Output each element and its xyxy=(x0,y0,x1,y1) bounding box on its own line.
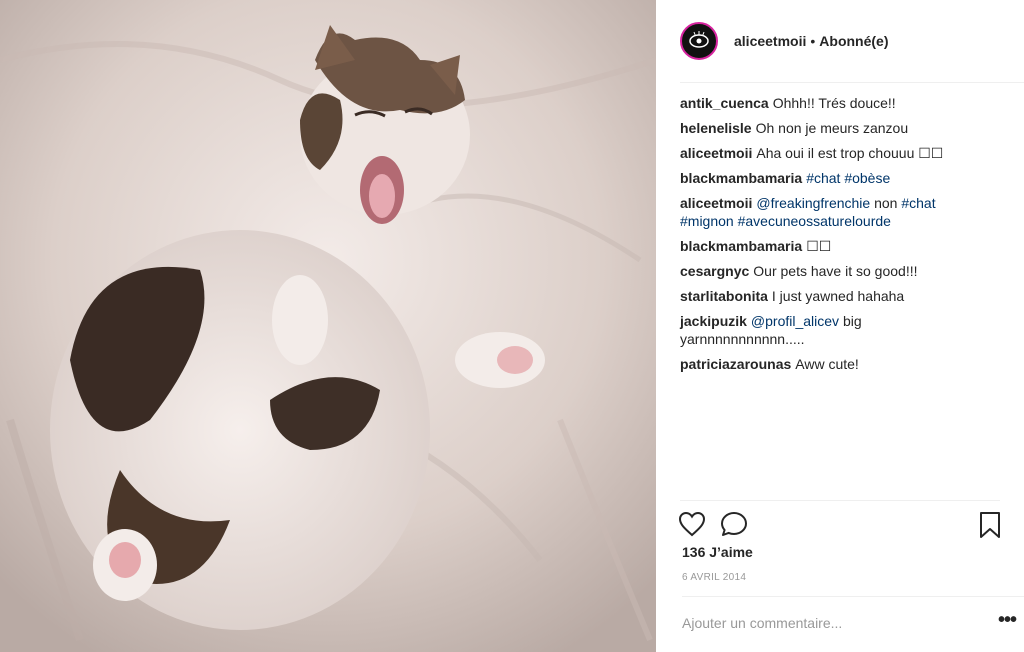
add-comment-input[interactable]: Ajouter un commentaire... xyxy=(682,615,842,631)
comment: patriciazarounas Aww cute! xyxy=(680,355,980,373)
hashtag-link[interactable]: #avecuneossaturelourde xyxy=(738,213,891,229)
comment: aliceetmoii @freakingfrenchie non #chat #… xyxy=(680,194,980,230)
comment-icon[interactable] xyxy=(720,511,748,542)
header-username[interactable]: aliceetmoii xyxy=(734,33,806,49)
comment-username[interactable]: cesargnyc xyxy=(680,263,749,279)
comment-text: I just yawned hahaha xyxy=(771,288,905,304)
comment-text: Aha oui il est trop chouuu ☐☐ xyxy=(756,145,944,161)
heart-icon[interactable] xyxy=(678,511,706,542)
comment-username[interactable]: helenelisle xyxy=(680,120,752,136)
post-header: aliceetmoii • Abonné(e) xyxy=(680,0,1024,83)
comment: cesargnyc Our pets have it so good!!! xyxy=(680,262,980,280)
follow-status-button[interactable]: Abonné(e) xyxy=(819,33,888,49)
comment-text: ☐☐ xyxy=(806,238,832,254)
action-bar xyxy=(678,500,1002,544)
comment: helenelisle Oh non je meurs zanzou xyxy=(680,119,980,137)
comment: starlitabonita I just yawned hahaha xyxy=(680,287,980,305)
avatar[interactable] xyxy=(680,22,718,60)
post-photo[interactable] xyxy=(0,0,656,652)
add-comment-bar: Ajouter un commentaire... ••• xyxy=(682,596,1024,652)
comment-username[interactable]: aliceetmoii xyxy=(680,195,752,211)
header-separator: • xyxy=(810,33,816,49)
more-options-icon[interactable]: ••• xyxy=(998,609,1017,632)
comment: jackipuzik @profil_alicev big yarnnnnnnnn… xyxy=(680,312,980,348)
comment-username[interactable]: patriciazarounas xyxy=(680,356,791,372)
comment-username[interactable]: antik_cuenca xyxy=(680,95,769,111)
comment-text: Ohhh!! Trés douce!! xyxy=(772,95,896,111)
hashtag-link[interactable]: #obèse xyxy=(844,170,890,186)
comment-text: Aww cute! xyxy=(795,356,859,372)
comment-username[interactable]: starlitabonita xyxy=(680,288,768,304)
avatar-logo-icon xyxy=(689,31,709,48)
comment: aliceetmoii Aha oui il est trop chouuu ☐☐ xyxy=(680,144,980,162)
bookmark-icon[interactable] xyxy=(978,511,1002,544)
mention-link[interactable]: @freakingfrenchie xyxy=(756,195,870,211)
comment: blackmambamaria ☐☐ xyxy=(680,237,980,255)
comment: antik_cuenca Ohhh!! Trés douce!! xyxy=(680,94,980,112)
comment-text: Our pets have it so good!!! xyxy=(753,263,918,279)
mention-link[interactable]: @profil_alicev xyxy=(751,313,839,329)
cat-photo xyxy=(0,0,656,652)
comment-text: Oh non je meurs zanzou xyxy=(755,120,909,136)
likes-count[interactable]: 136 J’aime xyxy=(682,544,753,560)
post: aliceetmoii • Abonné(e) antik_cuenca Ohhh… xyxy=(0,0,1024,652)
comment: blackmambamaria #chat #obèse xyxy=(680,169,980,187)
hashtag-link[interactable]: #chat xyxy=(901,195,935,211)
comment-text: non xyxy=(874,195,898,211)
comment-username[interactable]: blackmambamaria xyxy=(680,170,802,186)
comment-username[interactable]: jackipuzik xyxy=(680,313,747,329)
comment-username[interactable]: blackmambamaria xyxy=(680,238,802,254)
hashtag-link[interactable]: #chat xyxy=(806,170,840,186)
post-date: 6 AVRIL 2014 xyxy=(682,572,747,583)
comment-username[interactable]: aliceetmoii xyxy=(680,145,752,161)
hashtag-link[interactable]: #mignon xyxy=(680,213,734,229)
comments-list: antik_cuenca Ohhh!! Trés douce!! heleneli… xyxy=(680,94,980,380)
